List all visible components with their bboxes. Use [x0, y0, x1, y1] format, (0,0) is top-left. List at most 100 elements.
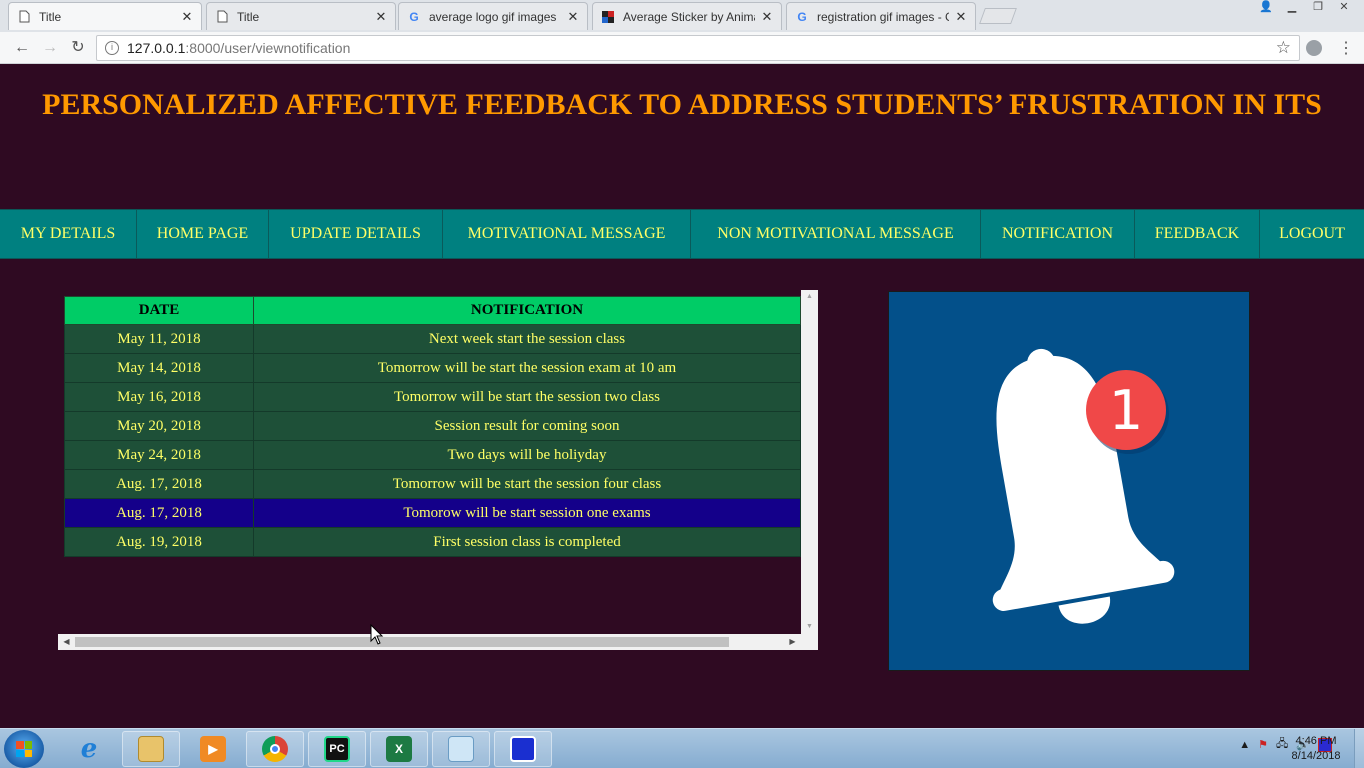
table-row-hovered: Aug. 17, 2018 Tomorow will be start sess… [64, 498, 801, 528]
folder-icon [138, 736, 164, 762]
explorer-taskbar-button[interactable] [122, 731, 180, 767]
table-row: May 16, 2018 Tomorrow will be start the … [64, 382, 801, 412]
url-path: :8000/user/viewnotification [185, 40, 351, 56]
profile-icon[interactable]: 👤 [1254, 0, 1278, 16]
excel-taskbar-button[interactable]: X [370, 731, 428, 767]
nav-home-page[interactable]: HOME PAGE [137, 210, 269, 258]
table-header-row: DATE NOTIFICATION [64, 296, 801, 325]
url-host: 127.0.0.1 [127, 40, 186, 56]
notepad-taskbar-button[interactable] [432, 731, 490, 767]
main-nav: MY DETAILS HOME PAGE UPDATE DETAILS MOTI… [0, 209, 1364, 259]
table-row: Aug. 17, 2018 Tomorrow will be start the… [64, 469, 801, 499]
browser-tab-5[interactable]: G registration gif images - G ✕ [786, 2, 976, 30]
notification-cell: Session result for coming soon [253, 411, 801, 441]
close-icon[interactable]: ✕ [375, 9, 387, 25]
date-cell: May 14, 2018 [64, 353, 254, 383]
bookmark-star-icon[interactable]: ☆ [1276, 38, 1291, 58]
notification-cell: Two days will be holiyday [253, 440, 801, 470]
scrollbar-thumb[interactable] [75, 637, 729, 647]
clock-date: 8/14/2018 [1291, 750, 1341, 762]
page-icon [215, 10, 229, 24]
scroll-up-arrow-icon[interactable]: ▲ [801, 290, 818, 304]
page-title: PERSONALIZED AFFECTIVE FEEDBACK TO ADDRE… [42, 88, 1322, 121]
internet-explorer-icon: e [80, 734, 98, 764]
nav-feedback[interactable]: FEEDBACK [1135, 210, 1260, 258]
scroll-right-arrow-icon[interactable]: ▶ [784, 634, 801, 650]
app-taskbar-button[interactable] [494, 731, 552, 767]
extension-icon[interactable] [1306, 40, 1322, 56]
system-clock[interactable]: 4:46 PM 8/14/2018 [1286, 734, 1346, 764]
close-icon[interactable]: ✕ [761, 9, 773, 25]
date-cell: Aug. 17, 2018 [64, 469, 254, 499]
notepad-icon [448, 736, 474, 762]
chrome-taskbar-button[interactable] [246, 731, 304, 767]
start-button[interactable] [4, 730, 44, 768]
date-cell: May 20, 2018 [64, 411, 254, 441]
ie-taskbar-button[interactable]: e [60, 731, 118, 767]
browser-tab-2[interactable]: Title ✕ [206, 2, 396, 30]
minimize-icon[interactable]: ▁ [1280, 0, 1304, 16]
new-tab-button[interactable] [979, 8, 1017, 24]
media-player-taskbar-button[interactable]: ▶ [184, 731, 242, 767]
tab-title: average logo gif images [429, 9, 557, 24]
browser-tab-3[interactable]: G average logo gif images ✕ [398, 2, 588, 30]
tab-title: Average Sticker by Anima [623, 9, 755, 24]
table-row: May 11, 2018 Next week start the session… [64, 324, 801, 354]
date-header: DATE [64, 296, 254, 325]
sticker-icon [601, 10, 615, 24]
chrome-icon [262, 736, 288, 762]
address-bar[interactable]: i 127.0.0.1:8000/user/viewnotification ☆ [96, 35, 1300, 61]
show-hidden-icons-icon[interactable]: ▲ [1239, 739, 1250, 751]
back-arrow-icon[interactable]: ← [12, 38, 32, 58]
notification-cell: Tomorow will be start session one exams [253, 498, 801, 528]
table-row: May 24, 2018 Two days will be holiyday [64, 440, 801, 470]
nav-motivational-message[interactable]: MOTIVATIONAL MESSAGE [443, 210, 691, 258]
date-cell: Aug. 17, 2018 [64, 498, 254, 528]
action-center-flag-icon[interactable]: ⚑ [1258, 738, 1268, 751]
nav-my-details[interactable]: MY DETAILS [0, 210, 137, 258]
excel-icon: X [386, 736, 412, 762]
table-row: May 14, 2018 Tomorrow will be start the … [64, 353, 801, 383]
restore-icon[interactable]: ❐ [1306, 0, 1330, 16]
nav-non-motivational-message[interactable]: NON MOTIVATIONAL MESSAGE [691, 210, 981, 258]
reload-icon[interactable]: ↻ [68, 38, 88, 58]
tab-title: Title [39, 9, 62, 24]
nav-logout[interactable]: LOGOUT [1260, 210, 1364, 258]
show-desktop-button[interactable] [1354, 729, 1364, 768]
notification-scroll-area[interactable]: DATE NOTIFICATION May 11, 2018 Next week… [58, 290, 818, 650]
close-icon[interactable]: ✕ [567, 9, 579, 25]
table-row: Aug. 19, 2018 First session class is com… [64, 527, 801, 557]
close-icon[interactable]: ✕ [181, 9, 193, 25]
windows-logo-icon [16, 741, 32, 757]
horizontal-scrollbar[interactable]: ◀ ▶ [58, 634, 818, 650]
vertical-scrollbar[interactable]: ▲ ▼ [801, 290, 818, 634]
os-taskbar: e ▶ PC X ▲ ⚑ 🖧 🔊 4:46 PM 8/14/2018 [0, 728, 1364, 768]
nav-update-details[interactable]: UPDATE DETAILS [269, 210, 443, 258]
info-icon[interactable]: i [105, 41, 119, 55]
scroll-left-arrow-icon[interactable]: ◀ [58, 634, 75, 650]
bell-badge-count: 1 [1109, 379, 1143, 442]
close-window-icon[interactable]: ✕ [1332, 0, 1356, 16]
browser-tab-strip: Title ✕ Title ✕ G average logo gif image… [0, 0, 1364, 32]
close-icon[interactable]: ✕ [955, 9, 967, 25]
scroll-down-arrow-icon[interactable]: ▼ [801, 620, 818, 634]
notification-cell: Tomorrow will be start the session exam … [253, 353, 801, 383]
menu-dots-icon[interactable]: ⋮ [1338, 38, 1354, 58]
notification-cell: Tomorrow will be start the session two c… [253, 382, 801, 412]
browser-tab-1[interactable]: Title ✕ [8, 2, 202, 30]
browser-tab-4[interactable]: Average Sticker by Anima ✕ [592, 2, 782, 30]
forward-arrow-icon[interactable]: → [40, 38, 60, 58]
pycharm-taskbar-button[interactable]: PC [308, 731, 366, 767]
google-icon: G [797, 9, 807, 24]
date-cell: May 16, 2018 [64, 382, 254, 412]
notification-cell: First session class is completed [253, 527, 801, 557]
google-icon: G [409, 9, 419, 24]
table-row: May 20, 2018 Session result for coming s… [64, 411, 801, 441]
notification-cell: Tomorrow will be start the session four … [253, 469, 801, 499]
nav-notification[interactable]: NOTIFICATION [981, 210, 1135, 258]
date-cell: Aug. 19, 2018 [64, 527, 254, 557]
date-cell: May 11, 2018 [64, 324, 254, 354]
bell-icon: 1 [992, 348, 1175, 624]
clock-time: 4:46 PM [1295, 735, 1337, 747]
tab-title: Title [237, 9, 260, 24]
